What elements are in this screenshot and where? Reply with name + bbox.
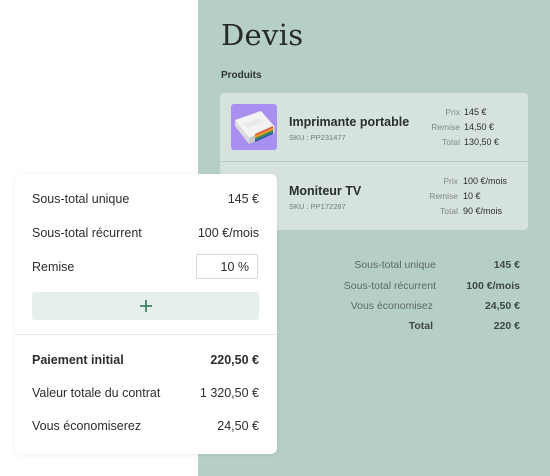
product-discount: 10 € [463, 191, 481, 201]
initial-payment-label: Paiement initial [32, 353, 124, 367]
totals-value: 145 € [493, 259, 520, 271]
product-discount-label: Remise [431, 122, 460, 132]
product-price-label: Prix [445, 107, 460, 117]
product-total-label: Total [442, 137, 460, 147]
recurring-subtotal-label: Sous-total récurrent [32, 226, 142, 240]
card-divider [15, 334, 277, 335]
recurring-subtotal-value: 100 €/mois [197, 226, 259, 240]
discount-input[interactable] [196, 254, 258, 279]
product-discount: 14,50 € [464, 122, 495, 132]
product-sku: SKU : PP172287 [289, 202, 346, 211]
product-name: Imprimante portable [289, 115, 410, 129]
product-total: 130,50 € [464, 137, 500, 147]
contract-value-value: 1 320,50 € [199, 386, 259, 400]
discount-label: Remise [32, 260, 75, 274]
plus-icon [139, 300, 152, 312]
product-total: 90 €/mois [463, 206, 503, 216]
product-discount-label: Remise [429, 191, 458, 201]
product-divider [220, 161, 528, 162]
totals-value: 100 €/mois [466, 280, 520, 292]
product-sku: SKU : PP231477 [289, 133, 346, 142]
add-line-button[interactable] [32, 292, 259, 320]
grand-total-value: 220 € [493, 320, 520, 332]
product-total-label: Total [440, 206, 458, 216]
initial-payment-value: 220,50 € [210, 353, 259, 367]
one-time-subtotal-label: Sous-total unique [32, 192, 130, 206]
contract-value-label: Valeur totale du contrat [32, 386, 161, 400]
printer-thumbnail-icon [231, 104, 277, 150]
product-name: Moniteur TV [289, 184, 362, 198]
product-price: 100 €/mois [463, 176, 508, 186]
product-price-label: Prix [443, 176, 458, 186]
one-time-subtotal-value: 145 € [227, 192, 259, 206]
savings-value: 24,50 € [217, 419, 259, 433]
quote-title: Devis [221, 18, 304, 52]
totals-value: 24,50 € [484, 300, 520, 312]
savings-label: Vous économiserez [32, 419, 142, 433]
product-price: 145 € [464, 107, 487, 117]
products-section-label: Produits [221, 70, 262, 81]
